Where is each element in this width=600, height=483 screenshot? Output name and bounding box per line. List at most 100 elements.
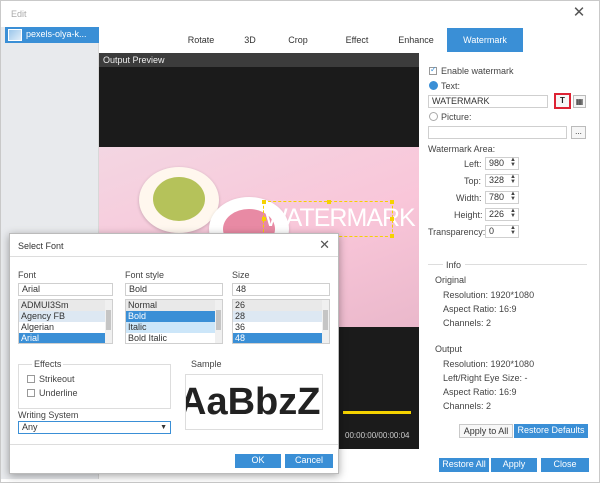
left-stepper[interactable]: 980 ▲ ▼	[485, 157, 519, 170]
tab-rotate[interactable]: Rotate	[169, 28, 233, 52]
resize-handle[interactable]	[262, 217, 266, 221]
stepper-arrows-icon[interactable]: ▲ ▼	[510, 174, 516, 185]
tab-enhance[interactable]: Enhance	[385, 28, 447, 52]
stepper-arrows-icon[interactable]: ▲ ▼	[510, 157, 516, 168]
picture-path-input[interactable]	[428, 126, 567, 139]
close-icon[interactable]: ✕	[571, 5, 587, 21]
list-item[interactable]: Bold Italic	[126, 333, 222, 343]
font-style-input[interactable]: Bold	[125, 283, 223, 296]
progress-bar[interactable]	[343, 411, 411, 414]
watermark-preview-text: WATERMARK	[264, 204, 416, 232]
chevron-down-icon[interactable]: ▼	[160, 422, 167, 433]
left-label: Left:	[464, 159, 482, 169]
tab-3d[interactable]: 3D	[233, 28, 267, 52]
divider	[465, 264, 587, 265]
divider	[428, 264, 443, 265]
watermark-settings: Enable watermark Text: WATERMARK T ▦ Pic…	[421, 53, 599, 449]
window-title: Edit	[11, 9, 27, 19]
top-label: Top:	[464, 176, 482, 186]
stepper-arrows-icon[interactable]: ▲ ▼	[510, 191, 516, 202]
list-item[interactable]: Normal	[126, 300, 222, 311]
output-resolution: Resolution: 1920*1080	[443, 359, 535, 369]
enable-watermark-label: Enable watermark	[441, 66, 514, 76]
effects-group	[18, 364, 171, 409]
list-item[interactable]: Arial	[19, 333, 112, 343]
file-name: pexels-olya-k...	[26, 29, 87, 39]
stepper-arrows-icon[interactable]: ▲ ▼	[510, 225, 516, 236]
list-item[interactable]: 28	[233, 311, 329, 322]
font-style-list[interactable]: Normal Bold Italic Bold Italic	[125, 299, 223, 344]
width-value: 780	[489, 192, 505, 202]
picture-radio[interactable]	[429, 112, 438, 121]
list-item[interactable]: ADMUI3Sm	[19, 300, 112, 311]
output-label: Output	[435, 344, 463, 354]
cancel-button[interactable]: Cancel	[285, 454, 333, 468]
ok-button[interactable]: OK	[235, 454, 281, 468]
browse-picture-button[interactable]: ...	[571, 126, 586, 139]
scrollbar[interactable]	[215, 300, 222, 343]
top-stepper[interactable]: 328 ▲ ▼	[485, 174, 519, 187]
list-item[interactable]: Agency FB	[19, 311, 112, 322]
scrollbar[interactable]	[322, 300, 329, 343]
scrollbar[interactable]	[105, 300, 112, 343]
list-item[interactable]: 26	[233, 300, 329, 311]
writing-system-value: Any	[22, 422, 38, 432]
close-icon[interactable]: ✕	[319, 237, 330, 253]
transparency-stepper[interactable]: 0 ▲ ▼	[485, 225, 519, 238]
font-list[interactable]: ADMUI3Sm Agency FB Algerian Arial	[18, 299, 113, 344]
restore-all-button[interactable]: Restore All	[439, 458, 489, 472]
preview-label: Output Preview	[99, 53, 419, 67]
strikeout-checkbox[interactable]	[27, 375, 35, 383]
text-color-icon[interactable]: ▦	[573, 95, 586, 108]
writing-system-select[interactable]: Any ▼	[18, 421, 171, 434]
info-heading: Info	[446, 260, 462, 270]
resize-handle[interactable]	[390, 200, 394, 204]
original-aspect-ratio: Aspect Ratio: 16:9	[443, 304, 517, 314]
file-list-item[interactable]: pexels-olya-k...	[5, 27, 99, 43]
close-button[interactable]: Close	[541, 458, 589, 472]
watermark-area-label: Watermark Area:	[428, 144, 496, 154]
resize-handle[interactable]	[327, 200, 331, 204]
resize-handle[interactable]	[390, 217, 394, 221]
select-font-dialog: Select Font ✕ Font Arial ADMUI3Sm Agency…	[9, 233, 339, 474]
enable-watermark-checkbox[interactable]	[429, 65, 437, 75]
size-input[interactable]: 48	[232, 283, 330, 296]
list-item[interactable]: Italic	[126, 322, 222, 333]
list-item[interactable]: 48	[233, 333, 329, 343]
tab-crop[interactable]: Crop	[267, 28, 329, 52]
watermark-box[interactable]: WATERMARK	[262, 200, 416, 238]
picture-radio-label: Picture:	[441, 112, 472, 122]
underline-checkbox[interactable]	[27, 389, 35, 397]
output-eye-size: Left/Right Eye Size: -	[443, 373, 528, 383]
list-item[interactable]: Bold	[126, 311, 222, 322]
tab-effect[interactable]: Effect	[329, 28, 385, 52]
height-stepper[interactable]: 226 ▲ ▼	[485, 208, 519, 221]
font-input[interactable]: Arial	[18, 283, 113, 296]
apply-to-all-button[interactable]: Apply to All	[459, 424, 513, 438]
font-sample: AaBbzZ	[185, 374, 323, 430]
list-item[interactable]: 36	[233, 322, 329, 333]
text-radio-label: Text:	[441, 81, 461, 91]
transparency-label: Transparency:	[428, 227, 486, 237]
restore-defaults-button[interactable]: Restore Defaults	[514, 424, 588, 438]
resize-handle[interactable]	[262, 200, 266, 204]
transparency-value: 0	[489, 226, 495, 236]
stepper-arrows-icon[interactable]: ▲ ▼	[510, 208, 516, 219]
strikeout-label: Strikeout	[39, 374, 75, 384]
dialog-title: Select Font	[18, 241, 64, 251]
watermark-text-input[interactable]: WATERMARK	[428, 95, 548, 108]
resize-handle[interactable]	[390, 234, 394, 238]
writing-system-label: Writing System	[18, 410, 79, 420]
sample-text: AaBbzZ	[185, 381, 321, 423]
size-label: Size	[232, 270, 250, 280]
size-list[interactable]: 26 28 36 48	[232, 299, 330, 344]
apply-button[interactable]: Apply	[491, 458, 537, 472]
text-radio[interactable]	[429, 81, 438, 90]
divider	[10, 444, 338, 445]
tab-watermark[interactable]: Watermark	[447, 28, 523, 52]
width-stepper[interactable]: 780 ▲ ▼	[485, 191, 519, 204]
list-item[interactable]: Algerian	[19, 322, 112, 333]
output-aspect-ratio: Aspect Ratio: 16:9	[443, 387, 517, 397]
timecode: 00:00:00/00:00:04	[345, 431, 410, 440]
text-font-icon[interactable]: T	[554, 93, 571, 109]
